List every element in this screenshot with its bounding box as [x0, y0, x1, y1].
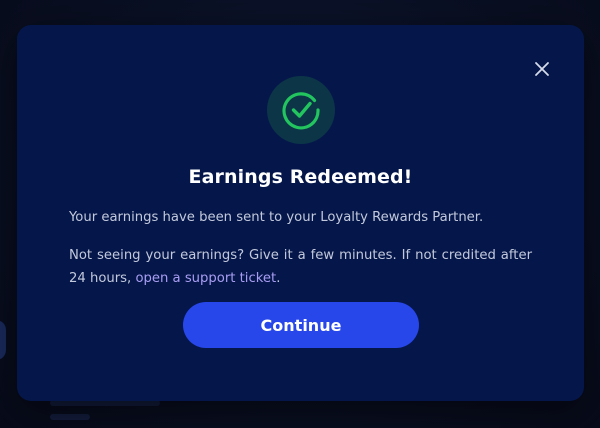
continue-button[interactable]: Continue: [183, 302, 419, 348]
close-icon: [535, 62, 549, 76]
background-element: [0, 320, 6, 360]
support-ticket-link[interactable]: open a support ticket: [135, 271, 276, 286]
modal-title: Earnings Redeemed!: [188, 166, 413, 188]
success-icon-container: [266, 76, 335, 144]
support-help-text-suffix: .: [276, 271, 281, 286]
check-circle-icon: [281, 92, 320, 130]
background-text-placeholder: [50, 414, 90, 420]
sent-confirmation-text: Your earnings have been sent to your Loy…: [69, 210, 484, 225]
support-help-text: Not seeing your earnings? Give it a few …: [69, 244, 532, 290]
earnings-redeemed-modal: Earnings Redeemed! Your earnings have be…: [17, 25, 584, 401]
close-button[interactable]: [528, 55, 556, 83]
